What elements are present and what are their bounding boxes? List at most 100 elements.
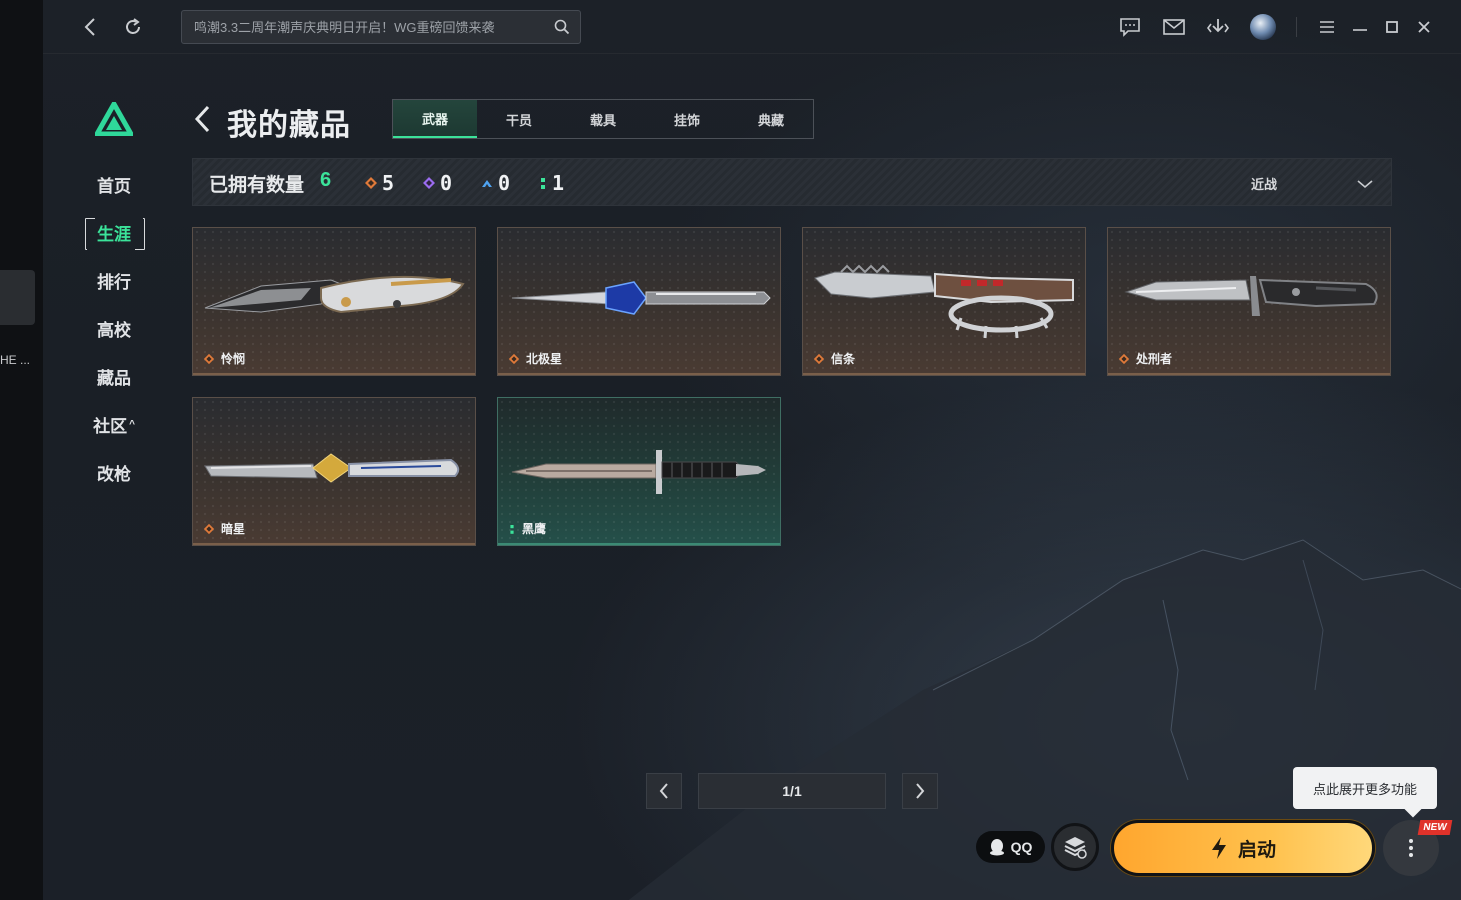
minimize-icon[interactable] <box>1347 14 1373 40</box>
item-label: 怜悯 <box>203 350 245 367</box>
qq-login-button[interactable]: QQ <box>976 831 1045 863</box>
menu-icon[interactable] <box>1314 14 1340 40</box>
rarity-count-value: 0 <box>498 171 511 195</box>
search-icon[interactable] <box>554 19 570 40</box>
purple-diamond-icon <box>423 177 435 189</box>
orange-diamond-icon <box>813 353 825 364</box>
item-label: 信条 <box>813 350 855 367</box>
item-name: 暗星 <box>221 522 246 536</box>
maximize-icon[interactable] <box>1379 14 1405 40</box>
sidebar-item-collection[interactable]: 藏品 <box>83 352 145 400</box>
more-features-tooltip: 点此展开更多功能 <box>1293 767 1437 809</box>
next-page-button[interactable] <box>902 773 938 809</box>
blue-chevron-icon <box>482 180 492 187</box>
qq-penguin-icon <box>989 839 1004 856</box>
background-tab[interactable] <box>0 270 35 325</box>
qq-label: QQ <box>1010 839 1033 855</box>
game-version-button[interactable] <box>1051 823 1099 871</box>
item-label: 黑鹰 <box>508 520 546 537</box>
sidebar-nav: 首页 生涯 排行 高校 藏品 社区 ^ 改枪 <box>83 160 145 496</box>
collection-card-polaris[interactable]: 北极星 <box>497 227 781 376</box>
weapon-type-filter[interactable]: 近战 <box>1251 172 1373 194</box>
collection-card-executioner[interactable]: 处刑者 <box>1107 227 1391 376</box>
collection-card-black-hawk[interactable]: 黑鹰 <box>497 397 781 546</box>
filter-label: 近战 <box>1251 177 1278 192</box>
item-label: 暗星 <box>203 520 245 537</box>
page-back-icon[interactable] <box>193 104 215 134</box>
item-name: 怜悯 <box>221 352 246 366</box>
tab-charms[interactable]: 挂饰 <box>645 100 729 138</box>
rarity-count-green: 1 <box>538 171 564 195</box>
chevron-up-icon: ^ <box>129 418 135 430</box>
tab-weapons[interactable]: 武器 <box>393 100 477 138</box>
refresh-icon[interactable] <box>120 14 146 40</box>
app-window: 首页 生涯 排行 高校 藏品 社区^ 改枪 我的藏品 武器 干员 载具 挂饰 典… <box>43 0 1461 900</box>
item-label: 北极星 <box>508 350 562 367</box>
sidebar-item-label: 首页 <box>97 176 131 196</box>
orange-diamond-icon <box>203 353 215 364</box>
sidebar-item-label: 生涯 <box>97 224 131 244</box>
sidebar-item-community[interactable]: 社区 ^ <box>83 400 145 448</box>
close-icon[interactable] <box>1411 14 1437 40</box>
orange-diamond-icon <box>203 523 215 534</box>
sidebar-item-ranking[interactable]: 排行 <box>83 256 145 304</box>
knife-image <box>511 450 766 494</box>
sidebar-item-gunsmith[interactable]: 改枪 <box>83 448 145 496</box>
search-input[interactable] <box>194 19 544 35</box>
orange-diamond-icon <box>508 353 520 364</box>
sidebar-item-home[interactable]: 首页 <box>83 160 145 208</box>
orange-diamond-icon <box>365 177 377 189</box>
item-label: 处刑者 <box>1118 350 1172 367</box>
knife-image <box>204 275 465 314</box>
sidebar-item-label: 社区 <box>93 416 128 436</box>
green-dots-icon <box>541 178 545 189</box>
chevron-left-icon <box>659 783 668 799</box>
collection-card-dark-star[interactable]: 暗星 <box>192 397 476 546</box>
sidebar-item-college[interactable]: 高校 <box>83 304 145 352</box>
knife-image <box>204 453 460 483</box>
item-name: 北极星 <box>526 352 563 366</box>
background-window-strip: HE ... <box>0 0 43 900</box>
orange-diamond-icon <box>1118 353 1130 364</box>
tab-archive[interactable]: 典藏 <box>729 100 813 138</box>
cube-stack-icon <box>1064 837 1087 859</box>
chevron-down-icon <box>1357 176 1373 194</box>
knife-image <box>1124 276 1378 316</box>
rarity-count-value: 1 <box>552 171 565 195</box>
item-name: 处刑者 <box>1136 352 1173 366</box>
category-tabs: 武器 干员 载具 挂饰 典藏 <box>392 99 814 139</box>
collection-card-pity[interactable]: 怜悯 <box>192 227 476 376</box>
knife-image <box>814 264 1074 339</box>
vertical-dots-icon <box>1409 839 1413 857</box>
owned-label: 已拥有数量 <box>209 175 305 196</box>
sidebar-item-label: 高校 <box>97 320 131 340</box>
app-logo-icon[interactable] <box>92 98 136 141</box>
rarity-count-value: 0 <box>440 171 453 195</box>
download-icon[interactable] <box>1205 14 1231 40</box>
back-icon[interactable] <box>77 14 103 40</box>
chat-icon[interactable] <box>1117 14 1143 40</box>
sidebar-item-career[interactable]: 生涯 <box>83 208 145 256</box>
tab-vehicles[interactable]: 载具 <box>561 100 645 138</box>
rarity-count-purple: 0 <box>422 171 452 195</box>
toolbar-divider <box>1296 17 1297 37</box>
knife-image <box>511 281 771 315</box>
launch-game-button[interactable]: 启动 <box>1111 820 1375 876</box>
prev-page-button[interactable] <box>646 773 682 809</box>
page-title: 我的藏品 <box>227 109 351 142</box>
rarity-count-blue: 0 <box>480 171 510 195</box>
item-name: 信条 <box>831 352 856 366</box>
item-name: 黑鹰 <box>522 522 547 536</box>
green-dots-icon <box>510 524 514 534</box>
mail-icon[interactable] <box>1161 14 1187 40</box>
search-bar[interactable] <box>181 10 581 44</box>
owned-count: 6 <box>320 169 332 191</box>
background-window-text: HE ... <box>0 353 31 367</box>
chevron-right-icon <box>916 783 925 799</box>
collection-card-creed[interactable]: 信条 <box>802 227 1086 376</box>
page-indicator: 1/1 <box>698 773 886 809</box>
new-badge: NEW <box>1417 820 1453 835</box>
sidebar-item-label: 改枪 <box>97 464 131 484</box>
avatar[interactable] <box>1250 14 1276 40</box>
tab-operators[interactable]: 干员 <box>477 100 561 138</box>
